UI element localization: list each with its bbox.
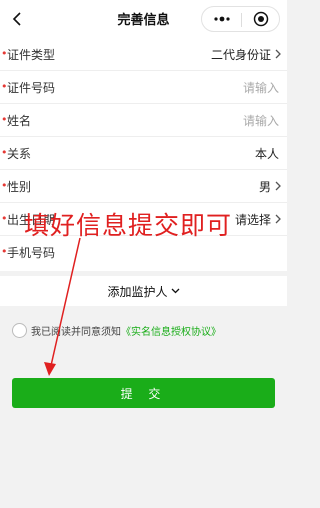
annotation-text: 填好信息提交即可: [24, 211, 233, 240]
row-input-placeholder[interactable]: 请输入: [243, 79, 279, 96]
top-bar: 完善信息: [0, 0, 287, 38]
row-value: 请选择: [234, 213, 271, 227]
row-id-number[interactable]: • 证件号码 请输入: [0, 71, 287, 104]
row-label: 姓名: [7, 114, 32, 128]
agreement-row: 我已阅读并同意须知 《实名信息授权协议》: [12, 320, 221, 340]
agree-radio[interactable]: [12, 322, 27, 338]
row-label: 性别: [7, 180, 32, 194]
row-label: 证件类型: [7, 48, 56, 62]
row-value: 男: [258, 180, 271, 194]
add-guardian-label: 添加监护人: [107, 284, 168, 299]
row-label: 手机号码: [7, 246, 56, 260]
chevron-right-icon: [275, 49, 281, 59]
row-value: 二代身份证: [210, 48, 271, 62]
row-label: 关系: [7, 147, 32, 161]
chevron-right-icon: [275, 214, 281, 224]
close-target-icon[interactable]: [242, 7, 280, 31]
agreement-link[interactable]: 《实名信息授权协议》: [121, 323, 221, 338]
chevron-right-icon: [275, 181, 281, 191]
add-guardian-button[interactable]: 添加监护人: [0, 276, 287, 306]
row-relation[interactable]: • 关系 本人: [0, 137, 287, 170]
more-dots-icon[interactable]: [202, 7, 241, 31]
row-input-placeholder[interactable]: 请输入: [243, 112, 279, 129]
row-gender[interactable]: • 性别 男: [0, 170, 287, 203]
row-label: 证件号码: [7, 81, 56, 95]
mini-program-capsule: [201, 6, 280, 32]
row-name[interactable]: • 姓名 请输入: [0, 104, 287, 137]
agreement-text: 我已阅读并同意须知: [31, 326, 121, 338]
chevron-down-icon: [171, 288, 179, 294]
row-value: 本人: [254, 147, 279, 161]
row-id-type[interactable]: • 证件类型 二代身份证: [0, 38, 287, 71]
submit-button[interactable]: 提 交: [12, 378, 275, 408]
